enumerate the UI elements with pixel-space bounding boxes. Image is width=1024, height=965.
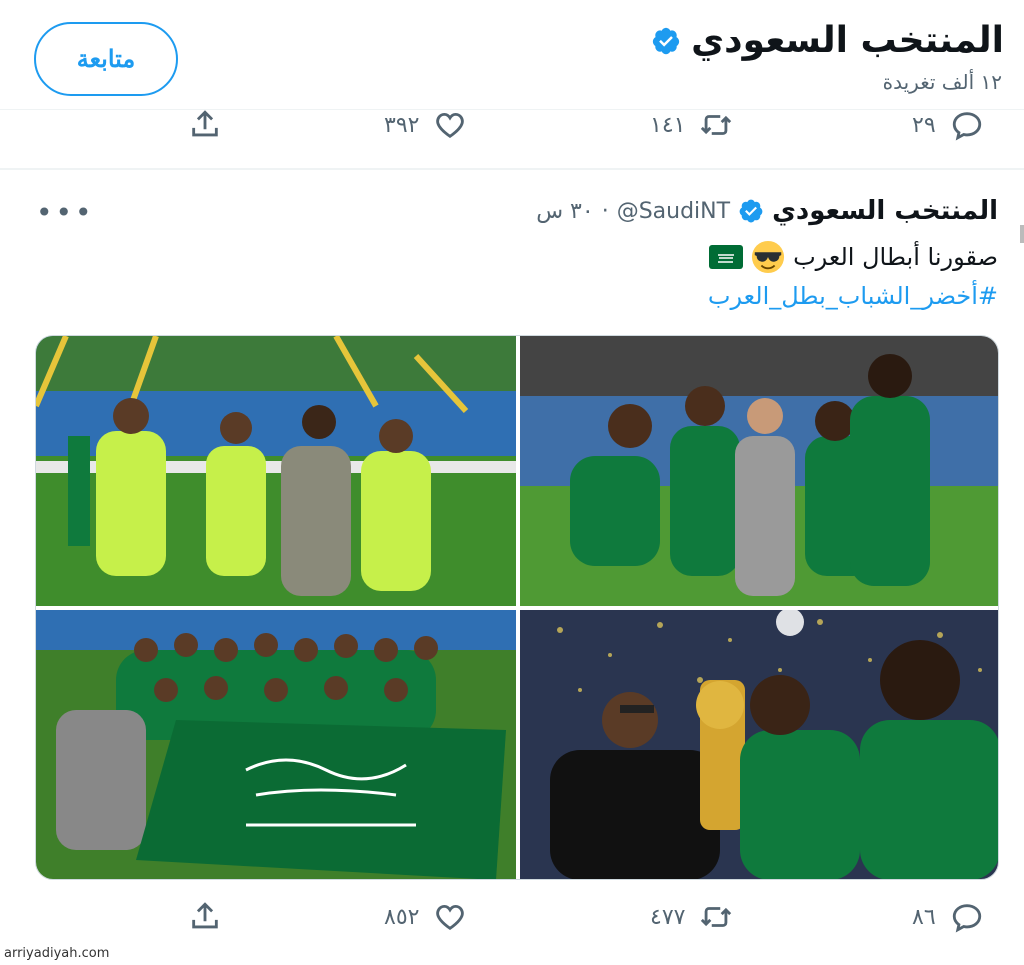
reply-count: ٢٩ xyxy=(912,112,936,138)
photo-image xyxy=(36,610,516,879)
author-name[interactable]: المنتخب السعودي xyxy=(772,196,998,226)
media-grid xyxy=(35,335,999,880)
saudi-flag-emoji-icon xyxy=(709,245,744,269)
retweet-icon xyxy=(701,115,732,135)
separator-dot: · xyxy=(601,198,609,224)
prev-tweet-actions: ٣٩٢ ١٤١ ٢٩ xyxy=(0,100,1024,152)
heart-icon xyxy=(436,904,465,931)
more-options-icon[interactable]: ••• xyxy=(36,196,95,229)
follow-button[interactable]: متابعة xyxy=(34,22,178,96)
reply-button[interactable]: ٨٦ xyxy=(912,900,984,934)
verified-badge-icon xyxy=(653,27,680,54)
heart-icon xyxy=(436,112,465,139)
header-title: المنتخب السعودي xyxy=(651,20,1004,61)
photo-squad-with-flag[interactable] xyxy=(36,610,516,879)
hashtag-link[interactable]: #أخضر_الشباب_بطل_العرب xyxy=(708,282,998,310)
tweet-author-row: المنتخب السعودي @SaudiNT · ٣٠ س xyxy=(536,196,998,226)
author-handle[interactable]: @SaudiNT xyxy=(617,199,730,224)
tweet-body: صقورنا أبطال العرب xyxy=(793,243,998,271)
retweet-icon xyxy=(701,907,732,927)
tweet-text: صقورنا أبطال العرب xyxy=(709,240,998,274)
retweet-button[interactable]: ٤٧٧ xyxy=(650,900,733,934)
sunglasses-emoji-icon xyxy=(752,240,785,274)
header-account-name: المنتخب السعودي xyxy=(691,20,1004,61)
share-button[interactable] xyxy=(188,900,222,934)
reply-count: ٨٦ xyxy=(912,904,936,930)
profile-header: متابعة المنتخب السعودي ١٢ ألف تغريدة xyxy=(0,0,1024,110)
retweet-button[interactable]: ١٤١ xyxy=(650,108,733,142)
photo-image xyxy=(36,336,516,606)
like-count: ٨٥٢ xyxy=(384,904,420,930)
like-count: ٣٩٢ xyxy=(384,112,420,138)
reply-icon xyxy=(952,112,981,141)
verified-badge-icon xyxy=(739,199,763,223)
tweet-actions: ٨٥٢ ٤٧٧ ٨٦ xyxy=(0,892,1024,944)
tweet-divider xyxy=(0,168,1024,170)
photo-trophy-celebration[interactable] xyxy=(520,610,998,879)
watermark: arriyadiyah.com xyxy=(4,946,110,961)
retweet-count: ١٤١ xyxy=(650,112,686,138)
reply-icon xyxy=(952,904,981,933)
like-button[interactable]: ٨٥٢ xyxy=(384,900,467,934)
reply-button[interactable]: ٢٩ xyxy=(912,108,984,142)
share-icon xyxy=(192,110,218,137)
scrollbar-edge[interactable] xyxy=(1020,225,1024,243)
photo-team-celebration[interactable] xyxy=(36,336,516,606)
photo-players-posing[interactable] xyxy=(520,336,998,606)
photo-image xyxy=(520,336,998,606)
tweet-time[interactable]: ٣٠ س xyxy=(536,199,594,224)
like-button[interactable]: ٣٩٢ xyxy=(384,108,467,142)
photo-image xyxy=(520,610,998,879)
retweet-count: ٤٧٧ xyxy=(650,904,686,930)
share-button[interactable] xyxy=(188,108,222,142)
share-icon xyxy=(192,902,218,929)
tweet-count: ١٢ ألف تغريدة xyxy=(882,70,1002,94)
